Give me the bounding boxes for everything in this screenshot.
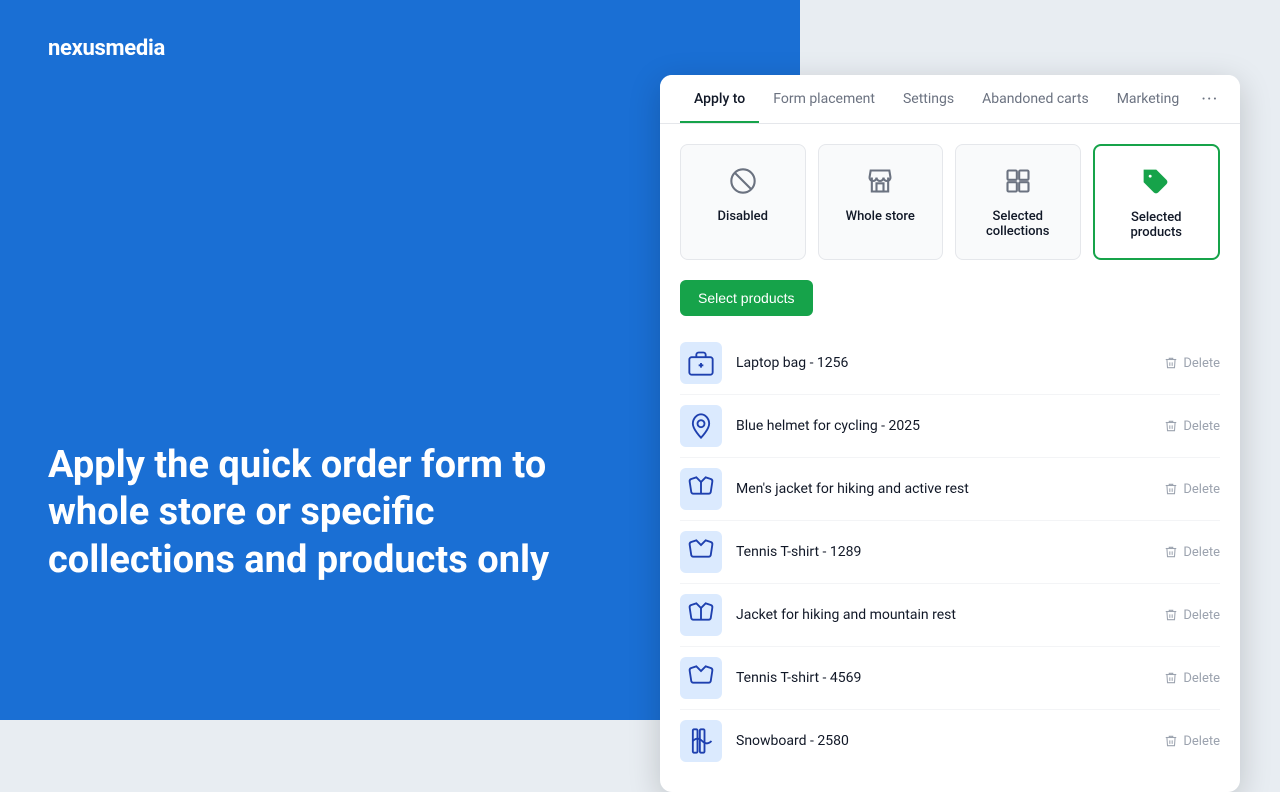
product-thumbnail xyxy=(680,468,722,510)
product-thumbnail xyxy=(680,342,722,384)
tab-settings[interactable]: Settings xyxy=(889,75,968,123)
store-icon xyxy=(862,163,898,199)
option-selected-products[interactable]: Selected products xyxy=(1093,144,1221,260)
ban-icon xyxy=(725,163,761,199)
product-name: Men's jacket for hiking and active rest xyxy=(736,481,1150,497)
option-disabled[interactable]: Disabled xyxy=(680,144,806,260)
logo-suffix: media xyxy=(106,36,165,61)
tag-icon xyxy=(1138,164,1174,200)
select-products-button[interactable]: Select products xyxy=(680,280,813,316)
product-name: Tennis T-shirt - 1289 xyxy=(736,544,1150,560)
tab-form-placement[interactable]: Form placement xyxy=(759,75,889,123)
tab-abandoned-carts[interactable]: Abandoned carts xyxy=(968,75,1103,123)
product-thumbnail xyxy=(680,531,722,573)
delete-button[interactable]: Delete xyxy=(1164,545,1220,560)
delete-button[interactable]: Delete xyxy=(1164,356,1220,371)
select-products-area: Select products xyxy=(660,280,1240,332)
product-item: Blue helmet for cycling - 2025 Delete xyxy=(680,395,1220,458)
logo-prefix: nexus xyxy=(48,36,106,61)
product-item: Tennis T-shirt - 4569 Delete xyxy=(680,647,1220,710)
collection-icon xyxy=(1000,163,1036,199)
option-whole-store-label: Whole store xyxy=(846,209,915,224)
option-selected-collections[interactable]: Selected collections xyxy=(955,144,1081,260)
option-selected-collections-label: Selected collections xyxy=(968,209,1068,239)
product-thumbnail xyxy=(680,405,722,447)
product-list: Laptop bag - 1256 Delete Blue helmet for xyxy=(660,332,1240,792)
logo: nexusmedia xyxy=(48,36,752,61)
product-name: Blue helmet for cycling - 2025 xyxy=(736,418,1150,434)
product-item: Jacket for hiking and mountain rest Dele… xyxy=(680,584,1220,647)
product-thumbnail xyxy=(680,657,722,699)
product-item: Snowboard - 2580 Delete xyxy=(680,710,1220,772)
product-name: Jacket for hiking and mountain rest xyxy=(736,607,1150,623)
more-menu-button[interactable]: ··· xyxy=(1193,81,1226,118)
option-disabled-label: Disabled xyxy=(718,209,768,224)
product-thumbnail xyxy=(680,594,722,636)
app-panel: Apply to Form placement Settings Abandon… xyxy=(660,75,1240,792)
tab-apply-to[interactable]: Apply to xyxy=(680,75,759,123)
delete-button[interactable]: Delete xyxy=(1164,671,1220,686)
product-name: Snowboard - 2580 xyxy=(736,733,1150,749)
product-name: Tennis T-shirt - 4569 xyxy=(736,670,1150,686)
product-name: Laptop bag - 1256 xyxy=(736,355,1150,371)
tab-marketing[interactable]: Marketing xyxy=(1103,75,1194,123)
delete-button[interactable]: Delete xyxy=(1164,608,1220,623)
product-thumbnail xyxy=(680,720,722,762)
product-item: Tennis T-shirt - 1289 Delete xyxy=(680,521,1220,584)
option-whole-store[interactable]: Whole store xyxy=(818,144,944,260)
hero-text: Apply the quick order form to whole stor… xyxy=(48,442,568,585)
apply-to-options: Disabled Whole store xyxy=(660,124,1240,280)
product-item: Laptop bag - 1256 Delete xyxy=(680,332,1220,395)
tab-bar: Apply to Form placement Settings Abandon… xyxy=(660,75,1240,124)
delete-button[interactable]: Delete xyxy=(1164,419,1220,434)
delete-button[interactable]: Delete xyxy=(1164,734,1220,749)
delete-button[interactable]: Delete xyxy=(1164,482,1220,497)
product-item: Men's jacket for hiking and active rest … xyxy=(680,458,1220,521)
option-selected-products-label: Selected products xyxy=(1107,210,1207,240)
